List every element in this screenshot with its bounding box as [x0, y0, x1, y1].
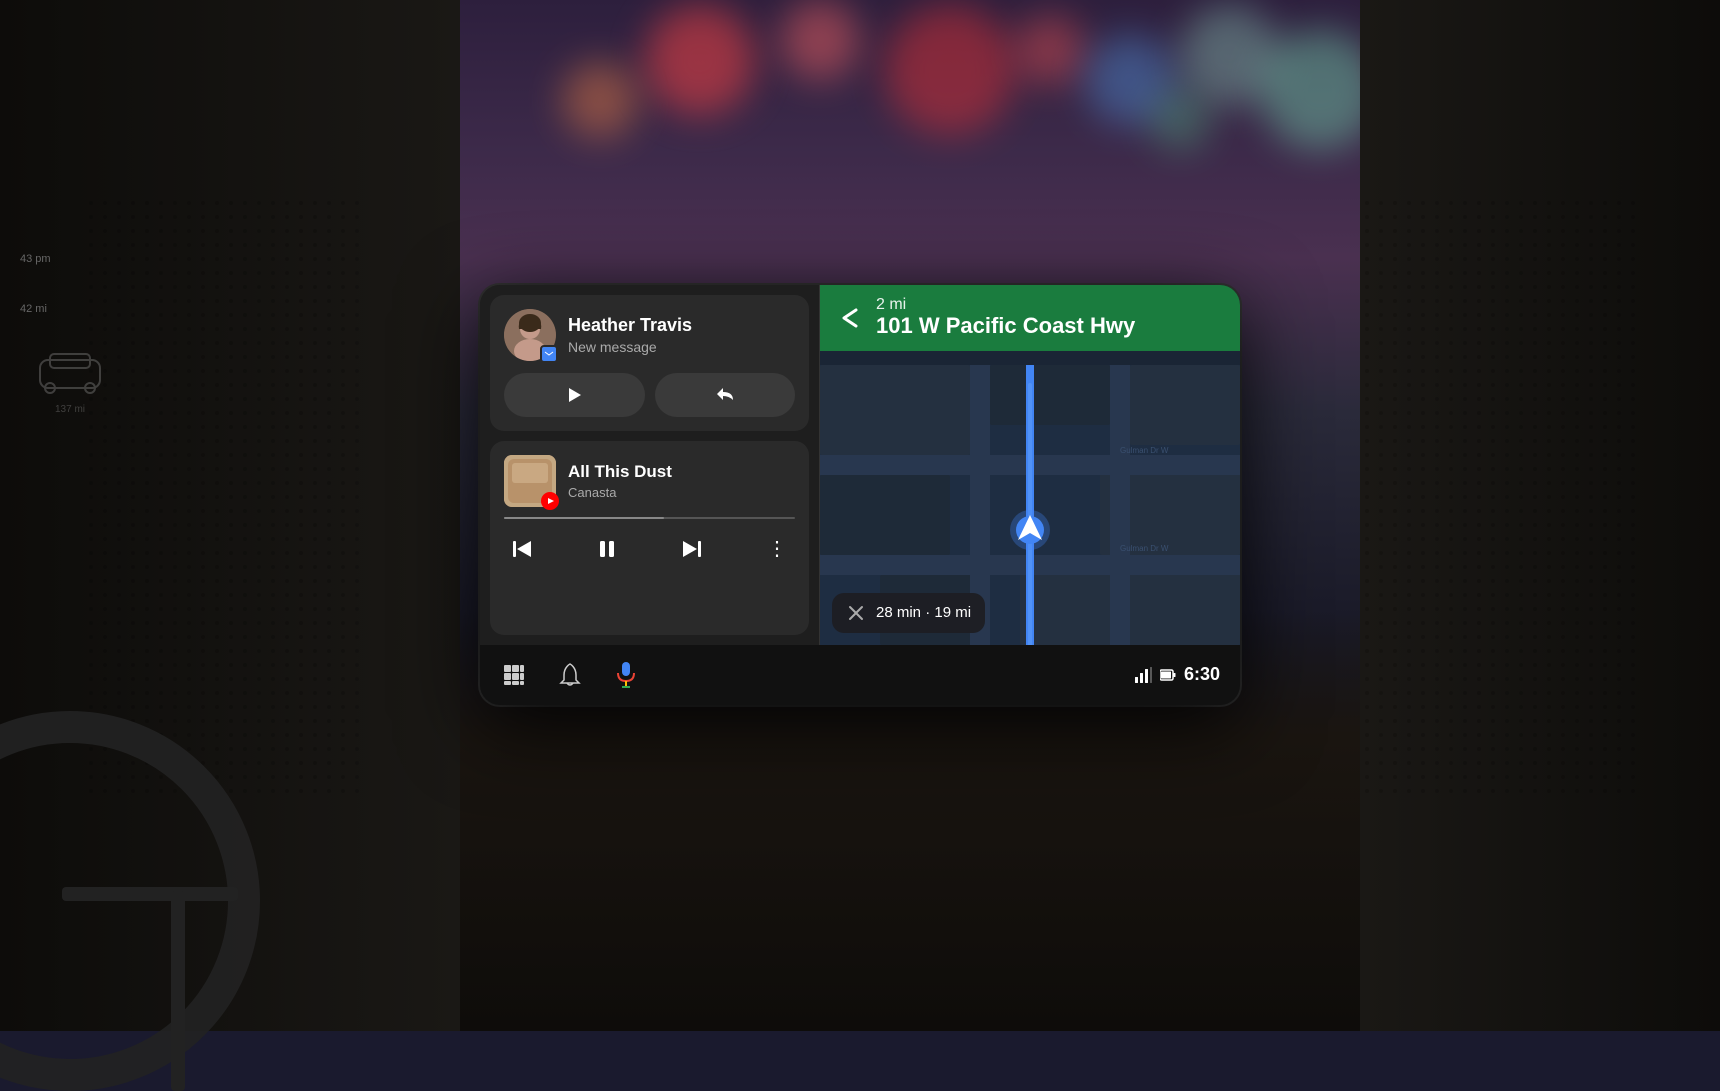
youtube-badge	[541, 492, 559, 510]
music-info: All This Dust Canasta	[504, 455, 795, 507]
nav-distance: 2 mi	[876, 297, 1224, 313]
artist-name: Canasta	[568, 485, 795, 500]
close-eta-button[interactable]	[846, 603, 866, 623]
play-button[interactable]	[504, 373, 645, 417]
time-display: 6:30	[1184, 664, 1220, 685]
notif-subtitle: New message	[568, 339, 795, 355]
signal-icon	[1134, 667, 1152, 683]
turn-arrow-icon	[836, 304, 864, 332]
android-auto-screen: Heather Travis New message	[480, 285, 1240, 705]
right-side-panel	[1360, 0, 1720, 1031]
reply-button[interactable]	[655, 373, 796, 417]
bokeh-light	[645, 5, 755, 115]
eta-card: 28 min · 19 mi	[832, 593, 985, 633]
nav-info: 2 mi 101 W Pacific Coast Hwy	[876, 297, 1224, 339]
more-button[interactable]: ⋮	[759, 531, 795, 567]
bokeh-light	[1150, 90, 1210, 150]
notif-actions	[504, 373, 795, 417]
music-text: All This Dust Canasta	[568, 462, 795, 499]
bottom-icons	[500, 661, 640, 689]
left-panel: Heather Travis New message	[480, 285, 820, 645]
battery-icon	[1160, 668, 1176, 682]
progress-bar	[504, 517, 795, 519]
bokeh-light	[1015, 15, 1085, 85]
nav-street: 101 W Pacific Coast Hwy	[876, 313, 1224, 339]
mic-button[interactable]	[612, 661, 640, 689]
screen-content: Heather Travis New message	[480, 285, 1240, 645]
instrument-cluster: 137 mi	[30, 340, 110, 400]
bokeh-light	[562, 62, 638, 138]
bokeh-light	[780, 0, 860, 80]
left-side-panel: 137 mi 43 pm 42 mi	[0, 0, 460, 1031]
song-title: All This Dust	[568, 462, 795, 482]
right-grille	[1360, 0, 1720, 1031]
message-badge	[540, 345, 558, 363]
bottom-bar: 6:30	[480, 645, 1240, 705]
next-button[interactable]	[674, 531, 710, 567]
speed-indicators: 43 pm 42 mi	[20, 250, 51, 320]
notifications-button[interactable]	[556, 661, 584, 689]
sender-name: Heather Travis	[568, 315, 795, 337]
notif-text: Heather Travis New message	[568, 315, 795, 355]
bokeh-light	[885, 5, 1015, 135]
eta-info: 28 min · 19 mi	[876, 604, 971, 621]
avatar-container	[504, 309, 556, 361]
music-controls: ⋮	[504, 531, 795, 567]
svg-text:Gulman Dr W: Gulman Dr W	[1120, 544, 1169, 553]
pause-button[interactable]	[589, 531, 625, 567]
album-art	[504, 455, 556, 507]
steering-spoke-vertical	[171, 891, 185, 1091]
status-bar: 6:30	[1134, 664, 1220, 685]
notif-header: Heather Travis New message	[504, 309, 795, 361]
progress-fill	[504, 517, 664, 519]
music-card: All This Dust Canasta	[490, 441, 809, 635]
svg-text:Gulman Dr W: Gulman Dr W	[1120, 446, 1169, 455]
steering-spoke-horizontal	[62, 887, 238, 901]
nav-header: 2 mi 101 W Pacific Coast Hwy	[820, 285, 1240, 351]
apps-button[interactable]	[500, 661, 528, 689]
map-panel: 2 mi 101 W Pacific Coast Hwy	[820, 285, 1240, 645]
prev-button[interactable]	[504, 531, 540, 567]
notification-card: Heather Travis New message	[490, 295, 809, 431]
